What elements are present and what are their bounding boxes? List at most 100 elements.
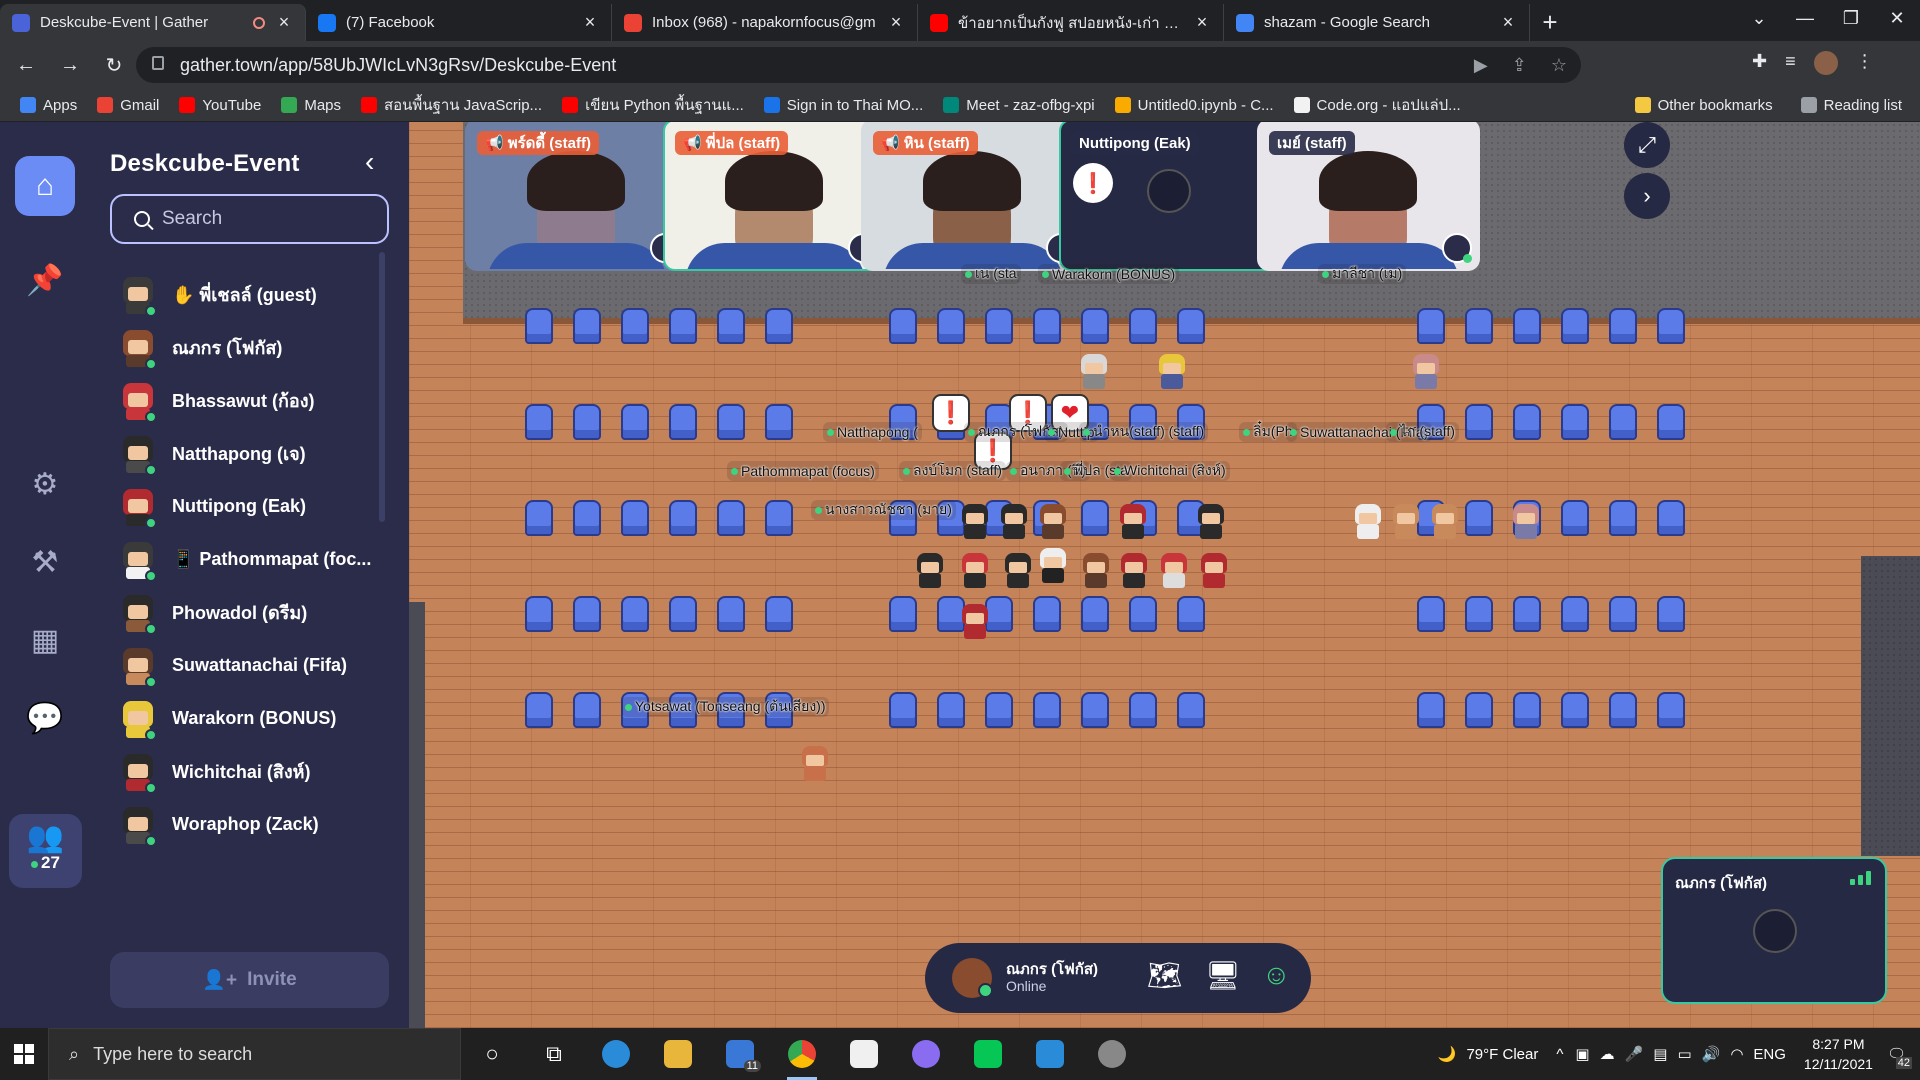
bookmark-item[interactable]: Untitled0.ipynb - C... [1114, 97, 1274, 114]
player-avatar[interactable] [1117, 504, 1147, 542]
reading-list[interactable]: Reading list [1800, 97, 1902, 114]
player-avatar[interactable] [1429, 504, 1459, 542]
player-avatar[interactable] [799, 746, 829, 784]
volume-icon[interactable]: 🔊 [1702, 1045, 1721, 1063]
video-tile[interactable]: 📢 พี่ปล (staff) [663, 122, 886, 271]
player-avatar[interactable] [1037, 504, 1067, 542]
share-icon[interactable]: ⇪ [1512, 55, 1527, 76]
onedrive-icon[interactable]: ☁ [1600, 1045, 1615, 1063]
browser-tab[interactable]: (7) Facebook × [306, 4, 612, 41]
browser-tab[interactable]: Inbox (968) - napakornfocus@gm × [612, 4, 918, 41]
wifi-icon[interactable]: ◠ [1730, 1045, 1743, 1063]
player-avatar[interactable] [1410, 354, 1440, 392]
player-avatar[interactable] [1078, 354, 1108, 392]
edge-icon[interactable] [585, 1028, 647, 1080]
expand-icon[interactable]: ⤢ [1624, 122, 1670, 168]
player-avatar[interactable] [959, 504, 989, 542]
messenger-icon[interactable] [895, 1028, 957, 1080]
browser-tab[interactable]: ข้าอยากเป็นกังฟู สปอยหนัง-เก่า บางกอ × [918, 4, 1224, 41]
bookmark-item[interactable]: สอนพื้นฐาน JavaScrip... [361, 93, 542, 117]
network-status-icon[interactable]: ▤ [1653, 1045, 1667, 1063]
weather-icon[interactable]: 🌙 [1438, 1045, 1457, 1063]
next-videos-button[interactable]: › [1624, 173, 1670, 219]
other-bookmarks[interactable]: Other bookmarks [1634, 97, 1773, 114]
player-avatar[interactable] [998, 504, 1028, 542]
player-avatar[interactable] [959, 553, 989, 591]
bookmark-item[interactable]: เขียน Python พื้นฐานแ... [562, 93, 744, 117]
gear-icon[interactable]: ⚙ [15, 454, 75, 514]
python-idle-icon[interactable] [833, 1028, 895, 1080]
self-video-tile[interactable]: ณภกร (โฟกัส) [1661, 857, 1887, 1004]
participants-button[interactable]: 👥 27 [9, 814, 82, 888]
menu-icon[interactable]: ⋮ [1856, 51, 1874, 75]
new-tab-button[interactable]: + [1530, 4, 1570, 41]
vscode-icon[interactable] [1019, 1028, 1081, 1080]
taskbar-search[interactable]: ⌕ Type here to search [48, 1028, 461, 1080]
player-avatar[interactable] [1037, 548, 1067, 586]
video-tile[interactable]: ❗ Nuttipong (Eak) [1059, 122, 1282, 271]
weather-text[interactable]: 79°F Clear [1466, 1046, 1538, 1063]
hammer-icon[interactable]: ⚒ [15, 532, 75, 592]
media-icon[interactable]: ≡ [1785, 51, 1796, 75]
line-icon[interactable] [957, 1028, 1019, 1080]
minimize-button[interactable]: — [1782, 0, 1828, 36]
chrome-icon[interactable] [771, 1028, 833, 1080]
language-indicator[interactable]: ENG [1753, 1046, 1786, 1063]
participant-item[interactable]: Woraphop (Zack) [119, 792, 389, 857]
bookmark-item[interactable]: Meet - zaz-ofbg-xpi [943, 97, 1095, 114]
cortana-icon[interactable]: ○ [461, 1028, 523, 1080]
game-map[interactable]: 📢 พร์ดดี้ (staff) 📢 พี่ปล (staff) 📢 หิน (st… [409, 122, 1920, 1028]
player-avatar[interactable] [914, 553, 944, 591]
profile-avatar[interactable] [1813, 51, 1838, 75]
map-icon[interactable]: 🗺 [1147, 959, 1183, 992]
restore-button[interactable]: ❐ [1828, 0, 1874, 36]
screen-share-icon[interactable]: 🖥 [1205, 959, 1241, 992]
video-tile[interactable]: เมย์ (staff) [1257, 122, 1480, 271]
close-tab-icon[interactable]: × [887, 12, 905, 33]
star-icon[interactable]: ☆ [1551, 55, 1567, 76]
browser-tab[interactable]: Deskcube-Event | Gather × [0, 4, 306, 41]
chat-icon[interactable]: 💬 [15, 688, 75, 748]
clock[interactable]: 8:27 PM 12/11/2021 [1804, 1034, 1873, 1074]
player-avatar[interactable] [1118, 553, 1148, 591]
back-button[interactable]: ← [8, 47, 44, 83]
self-avatar[interactable] [952, 958, 993, 998]
player-avatar[interactable] [1352, 504, 1382, 542]
video-tile[interactable]: 📢 หิน (staff) [861, 122, 1084, 271]
bookmark-item[interactable]: Maps [281, 97, 341, 114]
self-status[interactable]: Online [1006, 978, 1098, 994]
calendar-icon[interactable]: ▦ [15, 610, 75, 670]
bookmark-item[interactable]: Gmail [97, 97, 159, 114]
collapse-panel-button[interactable]: ‹ [365, 146, 374, 178]
task-view-icon[interactable]: ⧉ [523, 1028, 585, 1080]
invite-button[interactable]: 👤+ Invite [110, 952, 389, 1008]
app-icon[interactable] [1081, 1028, 1143, 1080]
start-button[interactable] [0, 1028, 48, 1080]
tray-app-icon[interactable]: ▣ [1575, 1045, 1589, 1063]
emoji-icon[interactable]: ☺ [1262, 959, 1291, 991]
bookmark-item[interactable]: YouTube [179, 97, 261, 114]
pin-icon[interactable]: 📌 [15, 250, 75, 310]
bookmark-item[interactable]: Code.org - แอปแล่ป... [1293, 93, 1461, 117]
tray-chevron-icon[interactable]: ^ [1556, 1046, 1563, 1063]
player-avatar[interactable] [1195, 504, 1225, 542]
url-omnibox[interactable]: gather.town/app/58UbJWIcLvN3gRsv/Deskcub… [136, 47, 1581, 83]
file-explorer-icon[interactable] [647, 1028, 709, 1080]
player-avatar[interactable] [959, 604, 989, 642]
close-tab-icon[interactable]: × [581, 12, 599, 33]
mail-icon[interactable]: 11 [709, 1028, 771, 1080]
reload-button[interactable]: ↻ [96, 47, 132, 83]
player-avatar[interactable] [1080, 553, 1110, 591]
player-avatar[interactable] [1158, 553, 1188, 591]
player-avatar[interactable] [1198, 553, 1228, 591]
notifications-icon[interactable]: 🗨 42 [1887, 1045, 1912, 1069]
video-tile[interactable]: 📢 พร์ดดี้ (staff) [465, 122, 688, 271]
bookmark-item[interactable]: Apps [20, 97, 77, 114]
people-search-input[interactable]: Search [110, 194, 389, 244]
player-avatar[interactable] [1390, 504, 1420, 542]
extensions-icon[interactable]: ✚ [1752, 51, 1767, 75]
bookmark-item[interactable]: Sign in to Thai MO... [763, 97, 923, 114]
close-window-button[interactable]: ✕ [1874, 0, 1920, 36]
forward-button[interactable]: → [52, 47, 88, 83]
close-tab-icon[interactable]: × [1193, 12, 1211, 33]
